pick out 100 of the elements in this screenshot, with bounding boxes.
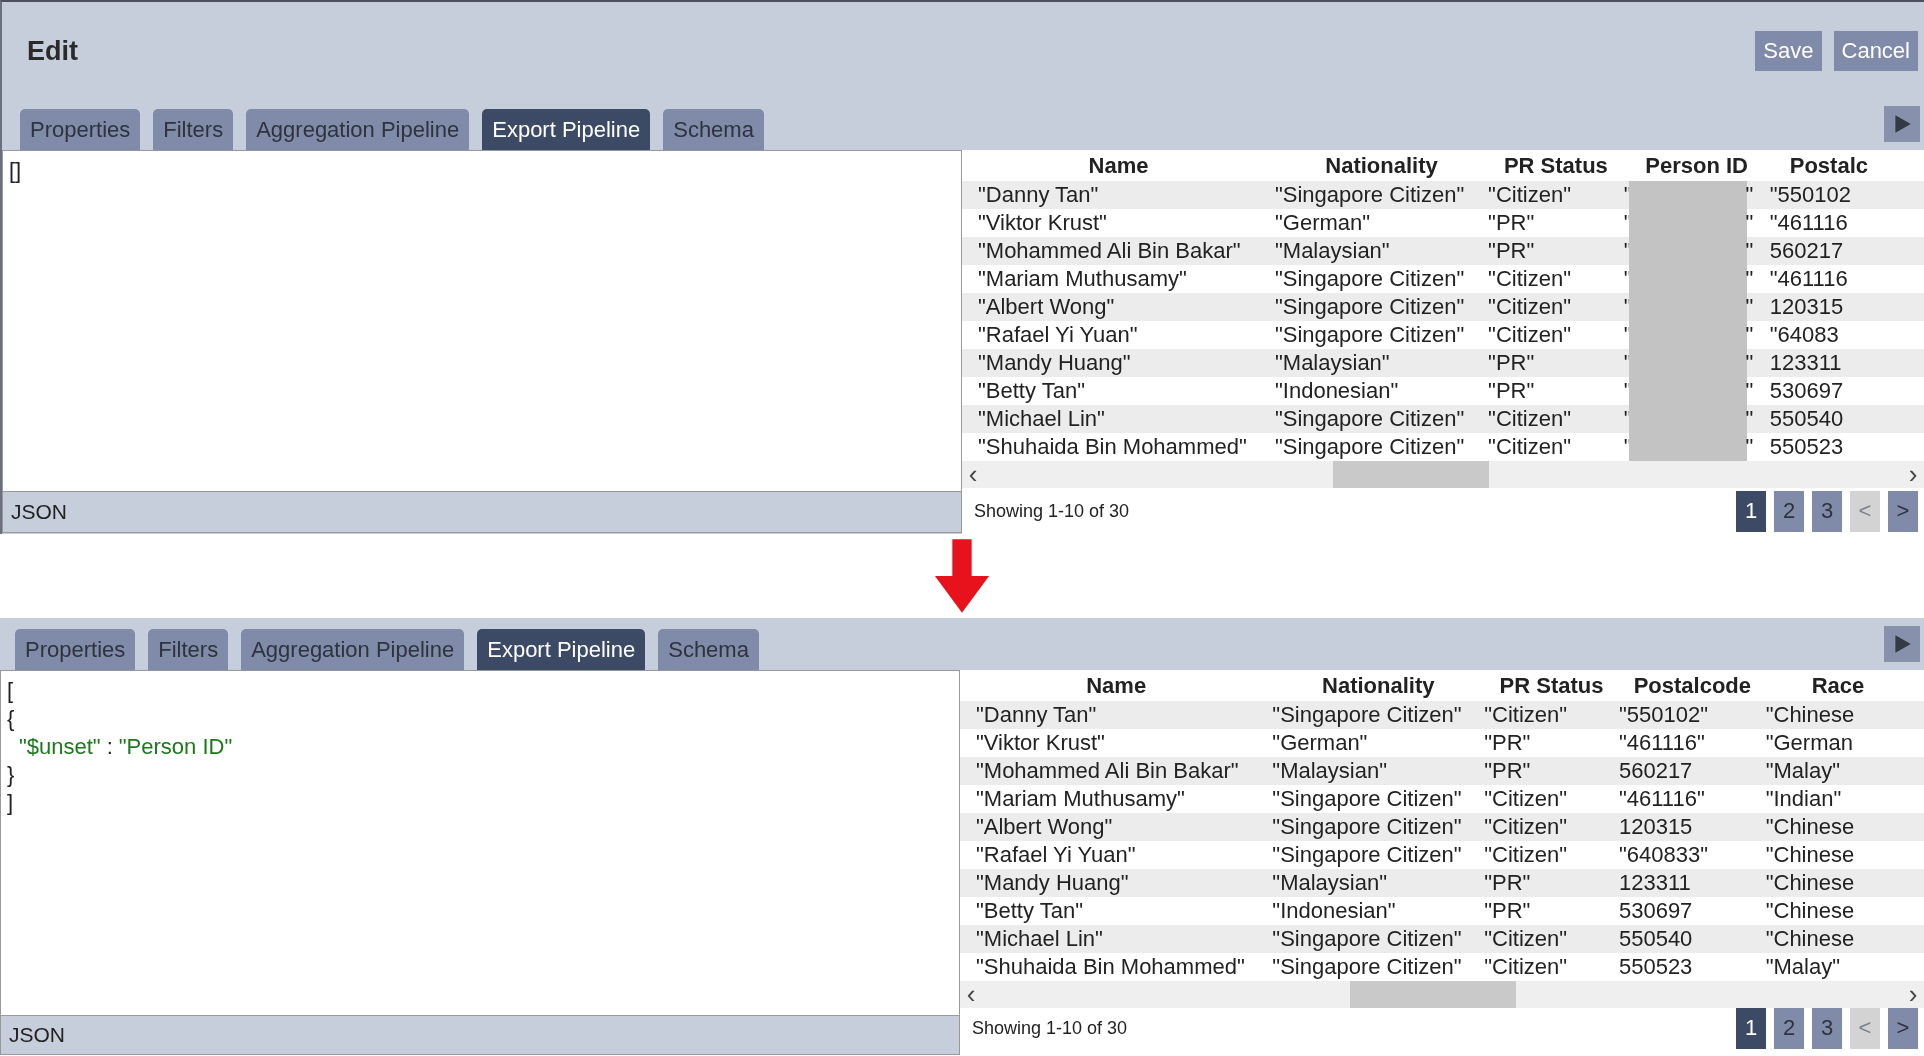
code-token: : — [106, 734, 113, 759]
table-cell: "640833" — [1618, 842, 1708, 867]
table-cell: "Citizen" — [1488, 266, 1571, 291]
table-cell: "64083 — [1769, 322, 1839, 347]
page-button[interactable]: 3 — [1812, 490, 1842, 532]
table-cell: "461116" — [1618, 730, 1705, 755]
tab[interactable]: Export Pipeline — [477, 629, 646, 670]
scroll-left-arrow[interactable]: ‹ — [960, 981, 982, 1008]
table-cell: "Singapore Citizen" — [1272, 842, 1462, 867]
scrollbar-thumb[interactable] — [1350, 981, 1516, 1008]
page-button[interactable]: 1 — [1736, 490, 1766, 532]
column-header[interactable]: Race — [1765, 670, 1924, 701]
table-cell: "Citizen" — [1484, 702, 1568, 727]
scroll-right-arrow[interactable]: › — [1902, 981, 1924, 1008]
table-cell: "Shuhaida Bin Mohammed" — [976, 954, 1245, 979]
table-cell: 530697 — [1769, 378, 1844, 403]
code-token: } — [7, 762, 15, 787]
column-header[interactable]: Postalc — [1769, 150, 1924, 181]
table-cell: 120315 — [1618, 814, 1693, 839]
table-cell: "Chinese — [1765, 926, 1855, 951]
table-cell: "German — [1765, 730, 1853, 755]
scroll-left-arrow[interactable]: ‹ — [962, 461, 984, 488]
scrollbar-thumb[interactable] — [1332, 461, 1489, 488]
tab[interactable]: Aggregation Pipeline — [246, 109, 470, 150]
column-header[interactable]: Person ID — [1623, 150, 1770, 181]
table-cell: " — [1745, 433, 1754, 461]
table-cell: "Malaysian" — [1275, 238, 1390, 263]
column-header[interactable]: Name — [962, 150, 1275, 181]
table-cell: "Indian" — [1765, 786, 1842, 811]
table-cell: " — [1745, 377, 1754, 405]
table-cell: 560217 — [1769, 238, 1844, 263]
column-header[interactable]: Nationality — [1272, 670, 1485, 701]
json-editor[interactable]: [] — [2, 150, 962, 492]
tab[interactable]: Filters — [148, 629, 229, 670]
tab[interactable]: Filters — [153, 109, 234, 150]
table-cell: "Citizen" — [1484, 842, 1568, 867]
tab[interactable]: Export Pipeline — [482, 109, 651, 150]
table-cell: "Rafael Yi Yuan" — [976, 842, 1136, 867]
table-cell: "Citizen" — [1484, 954, 1568, 979]
table-cell: "Singapore Citizen" — [1272, 926, 1462, 951]
table-cell: "Citizen" — [1484, 926, 1568, 951]
table-cell: "Citizen" — [1488, 434, 1571, 459]
tab[interactable]: Schema — [658, 629, 759, 670]
page-button[interactable]: > — [1888, 490, 1918, 532]
table-cell: "Malaysian" — [1272, 870, 1387, 895]
table-cell: "PR" — [1484, 730, 1531, 755]
table-cell: "550102 — [1769, 182, 1851, 207]
table-cell: "Singapore Citizen" — [1275, 434, 1465, 459]
table-cell: "Singapore Citizen" — [1275, 322, 1465, 347]
table-cell: 550523 — [1769, 434, 1844, 459]
table-cell: "Singapore Citizen" — [1275, 294, 1465, 319]
table-cell: "Shuhaida Bin Mohammed" — [978, 434, 1247, 459]
code-token: [ — [7, 678, 14, 703]
table-cell: "Michael Lin" — [978, 406, 1105, 431]
table-cell: 530697 — [1618, 898, 1693, 923]
page-button[interactable]: > — [1888, 1007, 1918, 1049]
table-cell: "Citizen" — [1488, 182, 1571, 207]
page-button[interactable]: 2 — [1774, 490, 1804, 532]
code-token: ] — [7, 790, 14, 815]
tab[interactable]: Aggregation Pipeline — [241, 629, 465, 670]
table-cell: "Singapore Citizen" — [1275, 406, 1465, 431]
column-header[interactable]: Nationality — [1275, 150, 1489, 181]
run-button[interactable] — [1884, 626, 1920, 662]
column-header[interactable]: PR Status — [1488, 150, 1624, 181]
table-cell: "Singapore Citizen" — [1272, 954, 1462, 979]
column-header[interactable]: PR Status — [1484, 670, 1619, 701]
record-count: Showing 1-10 of 30 — [974, 500, 1130, 522]
table-cell: " — [1745, 265, 1754, 293]
editor-mode-label: JSON — [9, 1023, 65, 1047]
scroll-right-arrow[interactable]: › — [1902, 461, 1924, 488]
table-cell: "Betty Tan" — [978, 378, 1085, 403]
code-string: "Person ID" — [118, 734, 233, 759]
column-header[interactable]: Postalcode — [1618, 670, 1766, 701]
table-cell: " — [1745, 405, 1754, 433]
table-cell: "Mandy Huang" — [978, 350, 1131, 375]
json-editor[interactable]: [ { "$unset" : "Person ID" } ] — [0, 670, 960, 1016]
table-cell: "German" — [1272, 730, 1368, 755]
page-button[interactable]: 3 — [1812, 1007, 1842, 1049]
column-header[interactable]: Name — [960, 670, 1273, 701]
table-cell: "Singapore Citizen" — [1272, 786, 1462, 811]
table-cell: "Mohammed Ali Bin Bakar" — [978, 238, 1241, 263]
table-cell: "Indonesian" — [1272, 898, 1396, 923]
page-button[interactable]: 2 — [1774, 1007, 1804, 1049]
table-cell: "Indonesian" — [1275, 378, 1399, 403]
table-cell: 123311 — [1769, 350, 1842, 375]
horizontal-scrollbar[interactable]: ‹ › — [960, 981, 1924, 1008]
table-cell: "Citizen" — [1484, 814, 1568, 839]
table-cell: "461116 — [1769, 210, 1848, 235]
horizontal-scrollbar[interactable]: ‹ › — [962, 461, 1924, 488]
table-cell: "Citizen" — [1488, 406, 1571, 431]
tab[interactable]: Properties — [20, 109, 141, 150]
page-button[interactable]: 1 — [1736, 1007, 1766, 1049]
down-arrow-icon — [933, 538, 991, 614]
table-cell: "Mariam Muthusamy" — [978, 266, 1187, 291]
table-cell: "Chinese — [1765, 814, 1855, 839]
run-button[interactable] — [1884, 106, 1920, 142]
table-cell: "Mariam Muthusamy" — [976, 786, 1185, 811]
tab[interactable]: Properties — [15, 629, 136, 670]
table-cell: "Michael Lin" — [976, 926, 1103, 951]
tab[interactable]: Schema — [663, 109, 764, 150]
